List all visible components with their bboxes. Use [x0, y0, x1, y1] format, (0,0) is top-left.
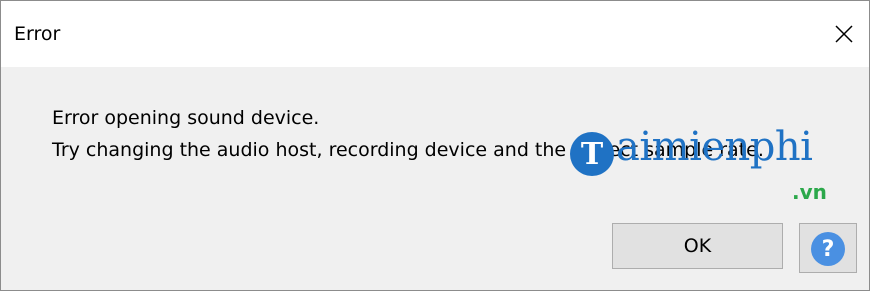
help-button[interactable]: ?: [799, 223, 857, 273]
dialog-content: Error opening sound device. Try changing…: [1, 67, 869, 290]
ok-button[interactable]: OK: [612, 223, 783, 269]
dialog-title: Error: [14, 23, 61, 45]
error-message-line-2: Try changing the audio host, recording d…: [52, 139, 764, 161]
help-icon: ?: [811, 232, 845, 266]
title-bar[interactable]: Error: [1, 1, 869, 67]
error-dialog: Error Error opening sound device. Try ch…: [0, 0, 870, 291]
close-icon: [835, 25, 853, 43]
close-button[interactable]: [819, 1, 869, 67]
error-message-line-1: Error opening sound device.: [52, 107, 320, 129]
